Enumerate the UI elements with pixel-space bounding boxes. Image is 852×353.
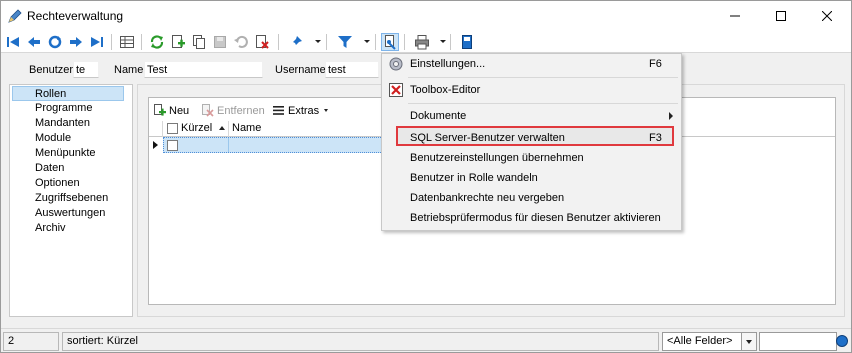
toolbar-separator — [141, 34, 142, 50]
sort-ascending-icon — [219, 126, 225, 130]
nav-item-auswertungen[interactable]: Auswertungen — [11, 206, 131, 221]
delete-record-icon[interactable] — [253, 33, 271, 51]
app-window: Rechteverwaltung Benutzer te Name Test U… — [0, 0, 852, 353]
new-record-icon[interactable] — [169, 33, 187, 51]
select-all-checkbox[interactable] — [167, 123, 178, 134]
new-role-button[interactable]: Neu — [153, 102, 189, 119]
rights-category-list: Rollen Programme Mandanten Module Menüpu… — [9, 84, 133, 317]
nav-item-optionen[interactable]: Optionen — [11, 176, 131, 191]
search-go-icon[interactable] — [836, 335, 848, 347]
minimize-button[interactable] — [712, 1, 758, 31]
window-title: Rechteverwaltung — [27, 9, 124, 23]
menu-item-dokumente[interactable]: Dokumente — [384, 106, 680, 126]
nav-item-programme[interactable]: Programme — [11, 101, 131, 116]
field-select[interactable]: <Alle Felder> — [662, 332, 742, 351]
menu-item-benutzereinstellungen[interactable]: Benutzereinstellungen übernehmen — [384, 148, 680, 168]
save-icon — [211, 33, 229, 51]
toolbar-separator — [450, 34, 451, 50]
column-header-name[interactable]: Name — [229, 121, 381, 137]
username-label: Username — [275, 64, 326, 76]
phone-book-icon[interactable] — [458, 33, 476, 51]
submenu-arrow-icon — [669, 112, 673, 120]
menu-item-benutzer-in-rolle[interactable]: Benutzer in Rolle wandeln — [384, 168, 680, 188]
refresh-record-icon[interactable] — [46, 33, 64, 51]
first-record-icon[interactable] — [4, 33, 22, 51]
benutzer-field[interactable]: te — [73, 61, 99, 78]
copy-record-icon[interactable] — [190, 33, 208, 51]
menu-item-einstellungen[interactable]: Einstellungen... F6 — [384, 54, 680, 74]
remove-icon — [202, 104, 214, 117]
menu-separator — [408, 77, 678, 78]
nav-item-rollen[interactable]: Rollen — [12, 86, 124, 101]
table-view-icon[interactable] — [118, 33, 136, 51]
nav-item-archiv[interactable]: Archiv — [11, 221, 131, 236]
last-record-icon[interactable] — [88, 33, 106, 51]
filter-dropdown-icon[interactable] — [364, 40, 370, 43]
current-row-indicator-icon — [153, 141, 158, 149]
reload-icon[interactable] — [148, 33, 166, 51]
column-header-kuerzel[interactable]: Kürzel — [163, 121, 229, 137]
nav-item-daten[interactable]: Daten — [11, 161, 131, 176]
maximize-button[interactable] — [758, 1, 804, 31]
name-label: Name — [114, 64, 144, 76]
new-icon — [154, 104, 166, 116]
menu-item-betriebspruefermodus[interactable]: Betriebsprüfermodus für diesen Benutzer … — [384, 208, 680, 228]
menu-item-toolbox-editor[interactable]: Toolbox-Editor — [384, 80, 680, 100]
search-input[interactable] — [759, 332, 837, 351]
extras-menu-button[interactable]: Extras — [272, 102, 329, 119]
app-pen-icon — [7, 8, 23, 24]
nav-item-mandanten[interactable]: Mandanten — [11, 116, 131, 131]
menu-item-sql-server-benutzer[interactable]: SQL Server-Benutzer verwalten F3 — [396, 126, 674, 146]
tools-icon[interactable] — [381, 33, 399, 51]
print-icon[interactable] — [413, 33, 431, 51]
nav-item-module[interactable]: Module — [11, 131, 131, 146]
title-bar: Rechteverwaltung — [1, 1, 851, 31]
settings-gear-icon — [388, 56, 404, 72]
toolbar-separator — [404, 34, 405, 50]
toolbar-separator — [278, 34, 279, 50]
username-field[interactable]: test — [325, 61, 379, 78]
name-field[interactable]: Test — [144, 61, 263, 78]
record-count: 2 Einträge — [3, 332, 59, 353]
print-dropdown-icon[interactable] — [440, 40, 446, 43]
filter-icon[interactable] — [336, 33, 354, 51]
toolbox-icon — [388, 82, 404, 98]
pin-dropdown-icon[interactable] — [315, 40, 321, 43]
hamburger-icon — [273, 106, 284, 115]
status-bar: 2 Einträge sortiert: Kürzel <Alle Felder… — [1, 328, 851, 353]
field-select-dropdown-button[interactable] — [741, 332, 757, 351]
toolbar-separator — [326, 34, 327, 50]
menu-separator — [408, 103, 678, 104]
chevron-down-icon — [746, 340, 752, 344]
close-button[interactable] — [804, 1, 850, 31]
toolbar-separator — [375, 34, 376, 50]
nav-item-zugriffsebenen[interactable]: Zugriffsebenen — [11, 191, 131, 206]
benutzer-label: Benutzer — [29, 64, 74, 76]
menu-item-datenbankrechte[interactable]: Datenbankrechte neu vergeben — [384, 188, 680, 208]
undo-icon — [232, 33, 250, 51]
tools-dropdown-menu: Einstellungen... F6 Toolbox-Editor Dokum… — [381, 53, 682, 231]
table-row[interactable] — [163, 137, 383, 153]
main-toolbar — [1, 31, 851, 53]
pin-icon[interactable] — [287, 33, 305, 51]
next-record-icon[interactable] — [67, 33, 85, 51]
remove-role-button: Entfernen — [201, 102, 265, 119]
row-checkbox[interactable] — [167, 140, 178, 151]
nav-item-menuepunkte[interactable]: Menüpunkte — [11, 146, 131, 161]
toolbar-separator — [111, 34, 112, 50]
sort-status: sortiert: Kürzel — [62, 332, 659, 351]
row-indicator-header — [149, 121, 163, 137]
extras-dropdown-icon — [324, 109, 329, 112]
previous-record-icon[interactable] — [25, 33, 43, 51]
